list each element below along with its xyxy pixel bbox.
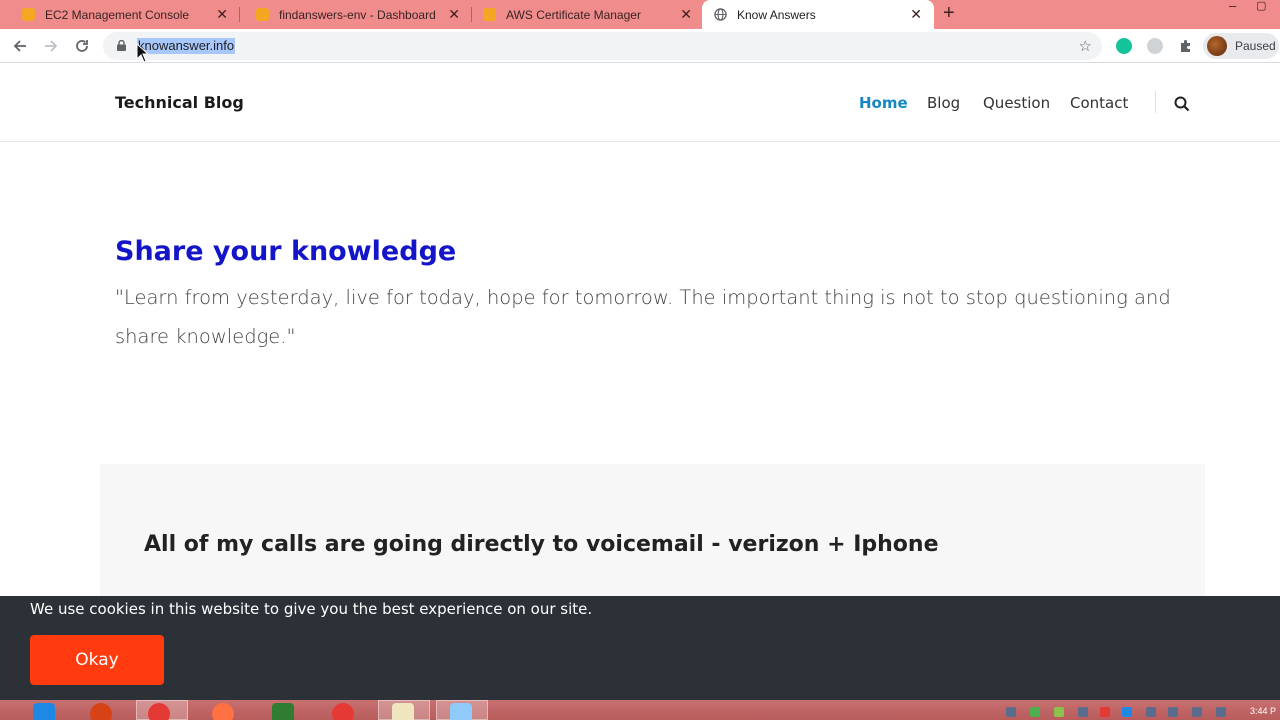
tray-icon[interactable] xyxy=(1146,707,1156,717)
tab-aws-certificate-manager[interactable]: AWS Certificate Manager ✕ xyxy=(472,0,702,29)
url-text[interactable]: knowanswer.info xyxy=(137,38,236,54)
address-bar[interactable]: knowanswer.info ☆ xyxy=(103,32,1102,60)
nav-blog[interactable]: Blog xyxy=(927,94,960,112)
lock-icon[interactable] xyxy=(117,40,126,51)
profile-button[interactable]: Paused xyxy=(1203,33,1279,59)
tab-title: Know Answers xyxy=(737,7,816,22)
minimize-icon[interactable]: – xyxy=(1229,0,1236,13)
tray-icon[interactable] xyxy=(1122,707,1132,717)
profile-status: Paused xyxy=(1235,39,1276,53)
aws-favicon-icon xyxy=(483,8,496,21)
tray-icon[interactable] xyxy=(1168,707,1178,717)
maximize-icon[interactable]: ▢ xyxy=(1256,0,1266,12)
nav-divider xyxy=(1155,91,1156,113)
taskbar-clock[interactable]: 3:44 P xyxy=(1250,706,1276,716)
nav-question[interactable]: Question xyxy=(983,94,1050,112)
browser-toolbar: knowanswer.info ☆ Paused xyxy=(0,29,1280,63)
aws-favicon-icon xyxy=(256,8,269,21)
cookie-message: We use cookies in this website to give y… xyxy=(30,600,593,618)
search-icon[interactable] xyxy=(1174,96,1190,112)
tab-title: AWS Certificate Manager xyxy=(506,7,641,22)
firefox-icon[interactable] xyxy=(212,703,234,720)
tab-title: EC2 Management Console xyxy=(45,7,190,22)
tray-icon[interactable] xyxy=(1030,707,1040,717)
volume-icon[interactable] xyxy=(1216,707,1226,717)
excel-icon[interactable] xyxy=(272,703,294,720)
avatar xyxy=(1207,36,1227,56)
tray-icon[interactable] xyxy=(1006,707,1016,717)
reload-icon[interactable] xyxy=(70,34,94,58)
bookmark-star-icon[interactable]: ☆ xyxy=(1079,37,1092,55)
tab-ec2-console[interactable]: EC2 Management Console ✕ xyxy=(0,0,238,29)
globe-icon xyxy=(714,8,727,21)
close-icon[interactable]: ✕ xyxy=(680,7,692,21)
hero-title: Share your knowledge xyxy=(115,236,457,267)
notepad-icon[interactable] xyxy=(392,703,414,720)
cookie-consent-bar: We use cookies in this website to give y… xyxy=(0,596,1280,700)
internet-explorer-icon[interactable] xyxy=(33,703,55,720)
site-header: Technical Blog Home Blog Question Contac… xyxy=(0,64,1280,142)
tray-icon[interactable] xyxy=(1192,707,1202,717)
hero-quote: "Learn from yesterday, live for today, h… xyxy=(115,286,1171,348)
chrome-icon[interactable] xyxy=(148,703,170,720)
tray-icon[interactable] xyxy=(1078,707,1088,717)
tab-findanswers-dashboard[interactable]: findanswers-env - Dashboard ✕ xyxy=(240,0,470,29)
chrome-icon[interactable] xyxy=(332,703,354,720)
app-icon[interactable] xyxy=(90,703,112,720)
site-brand[interactable]: Technical Blog xyxy=(115,93,244,112)
tray-icon[interactable] xyxy=(1100,707,1110,717)
close-icon[interactable]: ✕ xyxy=(448,7,460,21)
tab-know-answers[interactable]: Know Answers ✕ xyxy=(702,0,934,29)
grammarly-extension-icon[interactable] xyxy=(1116,38,1132,54)
nav-contact[interactable]: Contact xyxy=(1070,94,1128,112)
nav-home[interactable]: Home xyxy=(859,94,908,112)
back-icon[interactable] xyxy=(8,34,32,58)
close-icon[interactable]: ✕ xyxy=(910,7,922,21)
post-card: All of my calls are going directly to vo… xyxy=(100,464,1205,604)
aws-favicon-icon xyxy=(22,8,35,21)
close-icon[interactable]: ✕ xyxy=(216,7,228,21)
tray-icon[interactable] xyxy=(1054,707,1064,717)
new-tab-icon[interactable]: + xyxy=(943,3,955,23)
puzzle-extensions-icon[interactable] xyxy=(1178,38,1194,54)
control-panel-icon[interactable] xyxy=(450,703,472,720)
okay-button[interactable]: Okay xyxy=(30,635,164,685)
post-title[interactable]: All of my calls are going directly to vo… xyxy=(144,532,939,557)
browser-tabstrip: EC2 Management Console ✕ findanswers-env… xyxy=(0,0,1280,29)
tab-title: findanswers-env - Dashboard xyxy=(279,7,436,22)
forward-icon[interactable] xyxy=(39,34,63,58)
extension-k-icon[interactable] xyxy=(1147,38,1163,54)
windows-taskbar: 3:44 P xyxy=(0,700,1280,720)
mouse-cursor-icon xyxy=(136,43,150,63)
